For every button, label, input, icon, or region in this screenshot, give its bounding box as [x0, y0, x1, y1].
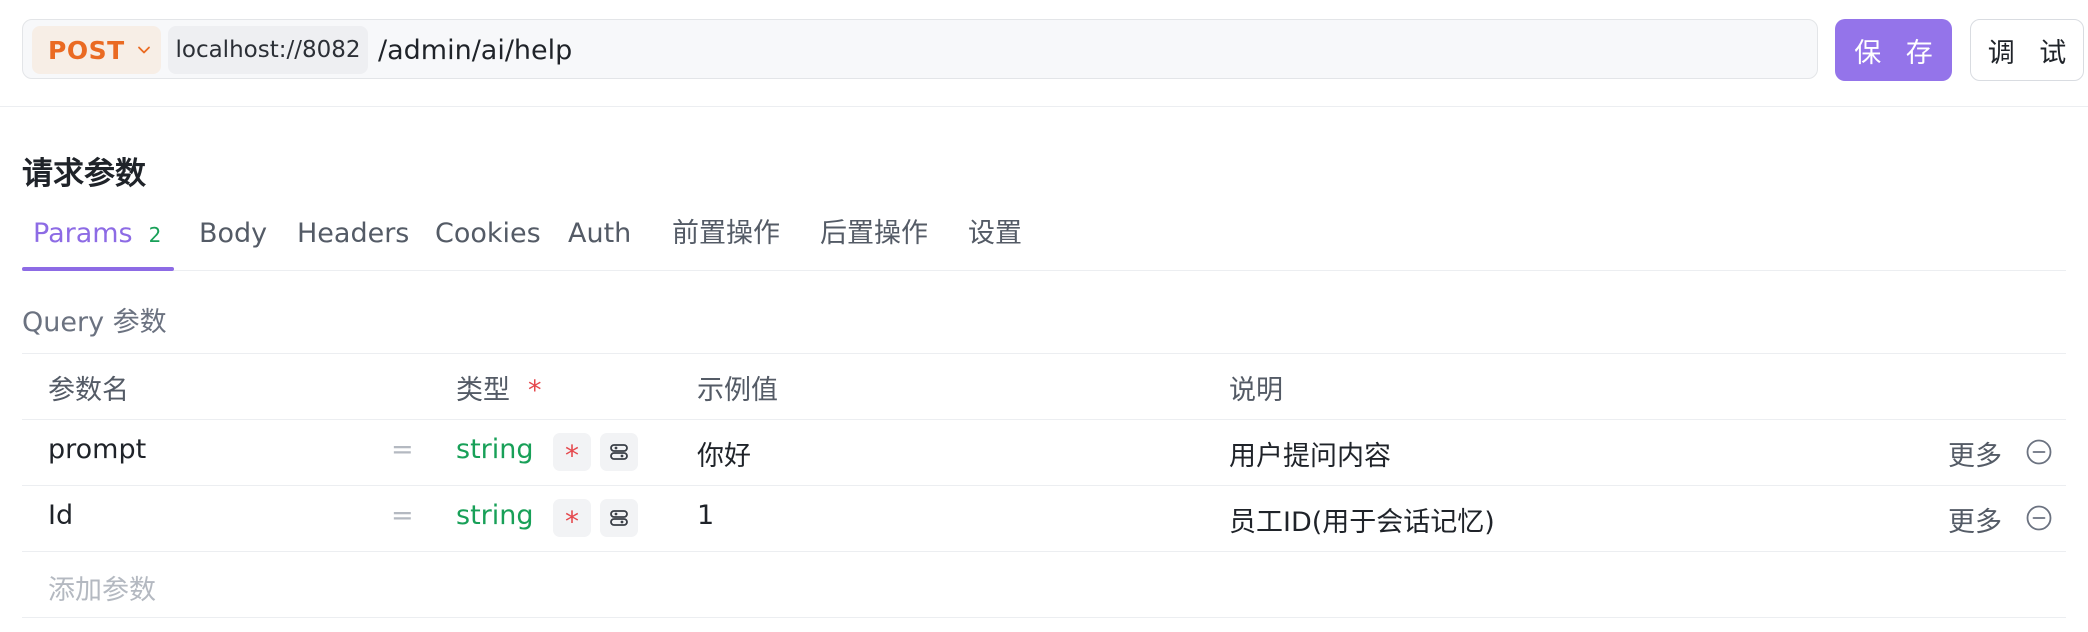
more-button[interactable]: 更多: [1948, 434, 2002, 473]
tab-settings[interactable]: 设置: [968, 213, 1022, 255]
method-label: POST: [48, 35, 125, 65]
required-toggle[interactable]: *: [553, 499, 591, 537]
query-params-title: Query 参数: [22, 307, 167, 338]
more-button[interactable]: 更多: [1948, 500, 2002, 539]
param-type-select[interactable]: string: [456, 500, 534, 531]
column-header-name: 参数名: [48, 375, 129, 406]
tab-headers[interactable]: Headers: [297, 213, 409, 255]
chevron-down-icon: [137, 43, 151, 57]
host-select[interactable]: localhost://8082: [168, 26, 368, 74]
param-example-cell[interactable]: 1: [697, 500, 714, 531]
debug-button[interactable]: 调 试: [1970, 19, 2084, 81]
table-top-border: [22, 353, 2066, 354]
param-type-select[interactable]: string: [456, 434, 534, 465]
tab-divider: [22, 270, 2066, 271]
column-header-description: 说明: [1229, 375, 1283, 406]
link-icon[interactable]: [600, 499, 638, 537]
param-name-cell[interactable]: prompt: [48, 434, 146, 465]
table-bottom-border: [22, 617, 2066, 618]
method-select[interactable]: POST: [32, 26, 161, 74]
equals-sign: =: [391, 500, 414, 531]
column-header-type-label: 类型: [456, 375, 510, 406]
required-star: *: [565, 505, 579, 538]
required-star: *: [565, 439, 579, 472]
path-input[interactable]: /admin/ai/help: [378, 30, 572, 72]
tab-auth[interactable]: Auth: [568, 213, 631, 255]
add-param-input[interactable]: 添加参数: [48, 568, 156, 607]
param-example-cell[interactable]: 你好: [697, 434, 751, 473]
minus-circle-icon[interactable]: [2026, 439, 2052, 465]
column-header-example: 示例值: [697, 375, 778, 406]
param-name-cell[interactable]: Id: [48, 500, 73, 531]
param-description-cell[interactable]: 用户提问内容: [1229, 434, 1391, 473]
header-divider: [0, 106, 2088, 107]
tab-cookies[interactable]: Cookies: [435, 213, 541, 255]
tab-body[interactable]: Body: [199, 213, 267, 255]
param-description-cell[interactable]: 员工ID(用于会话记忆): [1229, 500, 1495, 539]
active-tab-indicator: [22, 267, 174, 271]
table-row-border: [22, 485, 2066, 486]
section-title: 请求参数: [22, 156, 146, 192]
save-button[interactable]: 保 存: [1835, 19, 1952, 81]
required-toggle[interactable]: *: [553, 433, 591, 471]
required-indicator: *: [528, 375, 542, 406]
equals-sign: =: [391, 434, 414, 465]
table-row-border: [22, 551, 2066, 552]
params-count-badge: 2: [148, 222, 162, 247]
table-header-border: [22, 419, 2066, 420]
tab-post-operations[interactable]: 后置操作: [820, 213, 928, 255]
tab-params[interactable]: Params 2: [33, 213, 161, 255]
column-header-type: 类型 *: [456, 368, 542, 407]
tab-params-label: Params: [33, 218, 133, 249]
minus-circle-icon[interactable]: [2026, 505, 2052, 531]
tab-pre-operations[interactable]: 前置操作: [672, 213, 780, 255]
link-icon[interactable]: [600, 433, 638, 471]
